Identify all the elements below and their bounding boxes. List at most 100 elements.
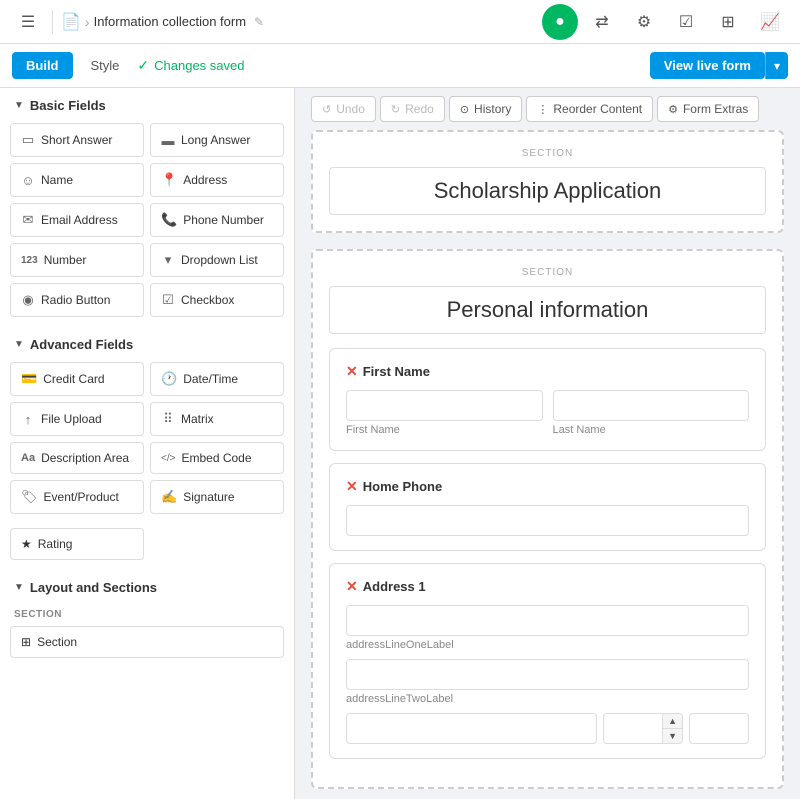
file-icon: 📄 [61, 12, 81, 32]
rating-single: ★ Rating [0, 524, 294, 570]
spinner-down[interactable]: ▼ [663, 729, 682, 743]
datetime-field[interactable]: 🕐 Date/Time [150, 362, 284, 396]
checkbox-field[interactable]: ☑ Checkbox [150, 283, 284, 317]
collapse-arrow-advanced: ▼ [14, 339, 24, 350]
check-icon: ✓ [137, 57, 149, 74]
file-upload-field[interactable]: ↑ File Upload [10, 402, 144, 436]
address-icon: 📍 [161, 172, 177, 188]
description-area-field[interactable]: Aa Description Area [10, 442, 144, 474]
phone-number-field[interactable]: 📞 Phone Number [150, 203, 284, 237]
phone-icon: 📞 [161, 212, 177, 228]
redo-button[interactable]: ↻ Redo [380, 96, 445, 122]
matrix-field[interactable]: ⠿ Matrix [150, 402, 284, 436]
datetime-icon: 🕐 [161, 371, 177, 387]
publish-icon[interactable]: ● [542, 4, 578, 40]
required-icon-3: ✕ [346, 578, 358, 595]
hamburger-icon[interactable]: ☰ [12, 6, 44, 38]
advanced-fields-label: Advanced Fields [30, 337, 133, 352]
advanced-fields-header[interactable]: ▼ Advanced Fields [0, 327, 294, 358]
section-title-input-2[interactable] [329, 286, 766, 334]
dropdown-list-field[interactable]: ▾ Dropdown List [150, 243, 284, 277]
name-field[interactable]: ☺ Name [10, 163, 144, 197]
number-icon: 123 [21, 255, 38, 266]
collapse-arrow-layout: ▼ [14, 582, 24, 593]
address-spinner-input[interactable] [604, 714, 662, 743]
email-address-field[interactable]: ✉ Email Address [10, 203, 144, 237]
embed-icon: </> [161, 453, 175, 464]
basic-fields-label: Basic Fields [30, 98, 106, 113]
credit-card-field[interactable]: 💳 Credit Card [10, 362, 144, 396]
grid-icon[interactable]: ⊞ [710, 4, 746, 40]
last-name-input-wrapper: Last Name [553, 390, 750, 436]
signature-field[interactable]: ✍ Signature [150, 480, 284, 514]
address-zip-input[interactable] [689, 713, 749, 744]
form-extras-button[interactable]: ⚙ Form Extras [657, 96, 759, 122]
long-answer-field[interactable]: ▬ Long Answer [150, 123, 284, 157]
address-line-2-wrapper: addressLineTwoLabel [346, 659, 749, 705]
number-field[interactable]: 123 Number [10, 243, 144, 277]
address-line-2-input[interactable] [346, 659, 749, 690]
matrix-icon: ⠿ [161, 411, 175, 427]
section-tag-2: SECTION [329, 267, 766, 278]
breadcrumb: 📄 › Information collection form ✎ [61, 12, 264, 32]
credit-card-icon: 💳 [21, 371, 37, 387]
layout-sections-label: Layout and Sections [30, 580, 157, 595]
view-live-dropdown-button[interactable]: ▾ [765, 52, 788, 79]
home-phone-input[interactable] [346, 505, 749, 536]
second-bar: Build Style ✓ Changes saved View live fo… [0, 44, 800, 88]
short-answer-icon: ▭ [21, 132, 35, 148]
address-line-1-wrapper: addressLineOneLabel [346, 605, 749, 651]
address-row-bottom: ▲ ▼ [346, 713, 749, 744]
email-icon: ✉ [21, 212, 35, 228]
description-icon: Aa [21, 452, 35, 464]
section-label-tag: SECTION [0, 601, 294, 622]
build-button[interactable]: Build [12, 52, 73, 79]
checklist-icon[interactable]: ☑ [668, 4, 704, 40]
section-layout-field[interactable]: ⊞ Section [10, 626, 284, 658]
section-title-input-1[interactable] [329, 167, 766, 215]
rating-field[interactable]: ★ Rating [10, 528, 144, 560]
layout-sections-header[interactable]: ▼ Layout and Sections [0, 570, 294, 601]
file-upload-icon: ↑ [21, 412, 35, 427]
extras-icon: ⚙ [668, 103, 678, 116]
short-answer-field[interactable]: ▭ Short Answer [10, 123, 144, 157]
basic-fields-grid: ▭ Short Answer ▬ Long Answer ☺ Name 📍 Ad… [0, 119, 294, 327]
history-button[interactable]: ⊙ History [449, 96, 523, 122]
section-tag-1: SECTION [329, 148, 766, 159]
first-name-label: ✕ First Name [346, 363, 749, 380]
first-name-input[interactable] [346, 390, 543, 421]
address-line-2-label: addressLineTwoLabel [346, 693, 749, 705]
spinner-up[interactable]: ▲ [663, 714, 682, 729]
connection-icon[interactable]: ⇄ [584, 4, 620, 40]
embed-code-field[interactable]: </> Embed Code [150, 442, 284, 474]
form-content: SECTION SECTION ✕ First Name [295, 130, 800, 799]
view-live-button[interactable]: View live form [650, 52, 765, 79]
changes-saved-status: ✓ Changes saved [137, 57, 244, 74]
section-block-1: SECTION [311, 130, 784, 233]
top-bar-actions: ● ⇄ ⚙ ☑ ⊞ 📈 [542, 4, 788, 40]
undo-button[interactable]: ↺ Undo [311, 96, 376, 122]
fields-container: ✕ First Name First Name Last Name [329, 348, 766, 759]
long-answer-icon: ▬ [161, 133, 175, 148]
name-icon: ☺ [21, 173, 35, 188]
reorder-button[interactable]: ⋮ Reorder Content [526, 96, 653, 122]
rating-icon: ★ [21, 537, 32, 551]
first-name-sub-label: First Name [346, 424, 543, 436]
last-name-input[interactable] [553, 390, 750, 421]
radio-button-field[interactable]: ◉ Radio Button [10, 283, 144, 317]
top-bar: ☰ 📄 › Information collection form ✎ ● ⇄ … [0, 0, 800, 44]
address-field[interactable]: 📍 Address [150, 163, 284, 197]
chart-icon[interactable]: 📈 [752, 4, 788, 40]
basic-fields-header[interactable]: ▼ Basic Fields [0, 88, 294, 119]
address-line-1-input[interactable] [346, 605, 749, 636]
section-block-2: SECTION ✕ First Name First Name [311, 249, 784, 789]
name-inputs: First Name Last Name [346, 390, 749, 436]
event-product-field[interactable]: 🏷 Event/Product [10, 480, 144, 514]
address-city-input[interactable] [346, 713, 597, 744]
radio-icon: ◉ [21, 292, 35, 308]
style-button[interactable]: Style [81, 52, 130, 79]
settings-icon[interactable]: ⚙ [626, 4, 662, 40]
breadcrumb-edit-icon[interactable]: ✎ [254, 15, 264, 29]
content-area: ↺ Undo ↻ Redo ⊙ History ⋮ Reorder Conten… [295, 88, 800, 799]
separator-1 [52, 10, 53, 34]
